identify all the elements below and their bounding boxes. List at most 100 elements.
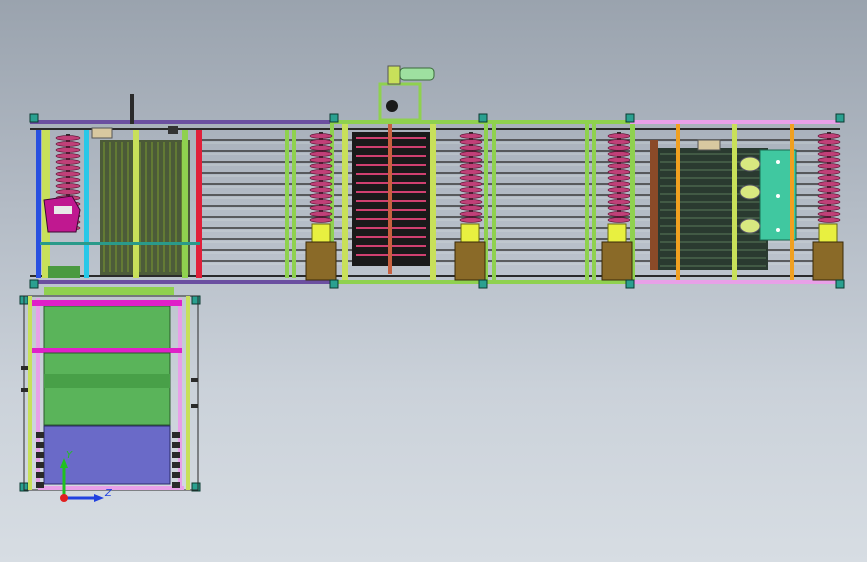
z-axis-label: Z — [104, 488, 113, 499]
indicator — [776, 228, 780, 232]
roller-end — [172, 462, 180, 468]
x-axis — [60, 494, 68, 502]
coil-turn — [459, 163, 483, 169]
lower-pink-rail — [36, 298, 40, 488]
coil-turn — [309, 205, 333, 211]
coil-turn — [309, 217, 333, 223]
coil-turn — [817, 163, 841, 169]
corner-block-icon — [329, 279, 339, 289]
coil-turn — [817, 175, 841, 181]
coil-turn — [607, 199, 631, 205]
actuator-head — [460, 223, 480, 243]
coil-turn — [459, 181, 483, 187]
lower-pink-rail — [178, 298, 182, 488]
assembly-drawing[interactable]: Y Z — [0, 0, 867, 562]
z-axis-arrow — [94, 494, 104, 502]
coil-turn — [607, 133, 631, 139]
actuator-head — [607, 223, 627, 243]
base-block — [48, 266, 80, 278]
cad-viewport[interactable]: Y Z — [0, 0, 867, 562]
corner-block-icon — [29, 113, 39, 123]
coil-turn — [309, 157, 333, 163]
spring-coil — [309, 132, 333, 223]
corner-block-icon — [29, 279, 39, 289]
post — [342, 124, 348, 280]
coil-turn — [817, 133, 841, 139]
actuator-body — [601, 241, 633, 281]
roller-end — [36, 462, 44, 468]
magenta-bar — [32, 348, 182, 353]
coil-turn — [817, 187, 841, 193]
vertical-rod — [130, 94, 134, 124]
coil-turn — [459, 139, 483, 145]
cylinder — [739, 218, 761, 234]
coil-turn — [55, 189, 81, 195]
orange-pipe — [790, 124, 794, 280]
lower-top-rail — [44, 287, 174, 295]
valve — [697, 139, 721, 151]
roller-end — [172, 432, 180, 438]
roller-end — [36, 452, 44, 458]
motor-pulley — [386, 100, 398, 112]
corner-block-icon — [625, 113, 635, 123]
roller-end — [36, 432, 44, 438]
brown-post — [650, 140, 658, 270]
cross-bar — [40, 242, 200, 245]
corner-block-icon — [329, 113, 339, 123]
coil-turn — [309, 145, 333, 151]
corner-block-icon — [478, 113, 488, 123]
blue-post — [36, 130, 41, 278]
coil-turn — [607, 169, 631, 175]
coil-turn — [309, 187, 333, 193]
roller-end — [172, 482, 180, 488]
bottom-rail-pink — [630, 280, 840, 284]
coil-turn — [607, 205, 631, 211]
coil-turn — [607, 145, 631, 151]
roller-end — [36, 472, 44, 478]
post — [585, 124, 589, 280]
bolt — [191, 378, 198, 382]
corner-block-icon — [835, 279, 845, 289]
lower-post-left — [28, 296, 32, 490]
motor-frame — [378, 82, 422, 122]
coil-turn — [607, 181, 631, 187]
coil-turn — [309, 133, 333, 139]
coil-turn — [817, 211, 841, 217]
coil-turn — [309, 199, 333, 205]
coil-turn — [607, 139, 631, 145]
actuator-body — [454, 241, 486, 281]
coil-turn — [55, 153, 81, 159]
indicator — [776, 194, 780, 198]
orange-pipe — [676, 124, 680, 280]
post — [732, 124, 737, 280]
coil-turn — [309, 175, 333, 181]
coil-turn — [817, 139, 841, 145]
coil-turn — [607, 175, 631, 181]
actuator-head — [818, 223, 838, 243]
spring-coil — [607, 132, 631, 223]
coil-turn — [459, 211, 483, 217]
coil-turn — [309, 163, 333, 169]
coil-turn — [309, 181, 333, 187]
coil-turn — [309, 139, 333, 145]
coil-turn — [817, 205, 841, 211]
post — [133, 130, 139, 278]
spring-coil — [817, 132, 841, 223]
coil-turn — [817, 181, 841, 187]
coil-turn — [607, 193, 631, 199]
motor-label-plate — [54, 206, 72, 214]
cylinder — [739, 184, 761, 200]
coil-turn — [817, 151, 841, 157]
corner-block-icon — [478, 279, 488, 289]
magenta-bar — [32, 300, 182, 306]
spring-coil — [459, 132, 483, 223]
coil-turn — [55, 141, 81, 147]
coil-turn — [817, 157, 841, 163]
actuator-body — [812, 241, 844, 281]
coil-turn — [607, 217, 631, 223]
coil-turn — [55, 135, 81, 141]
coil-turn — [817, 193, 841, 199]
post — [292, 130, 296, 278]
actuator-head — [311, 223, 331, 243]
roller-end — [172, 442, 180, 448]
